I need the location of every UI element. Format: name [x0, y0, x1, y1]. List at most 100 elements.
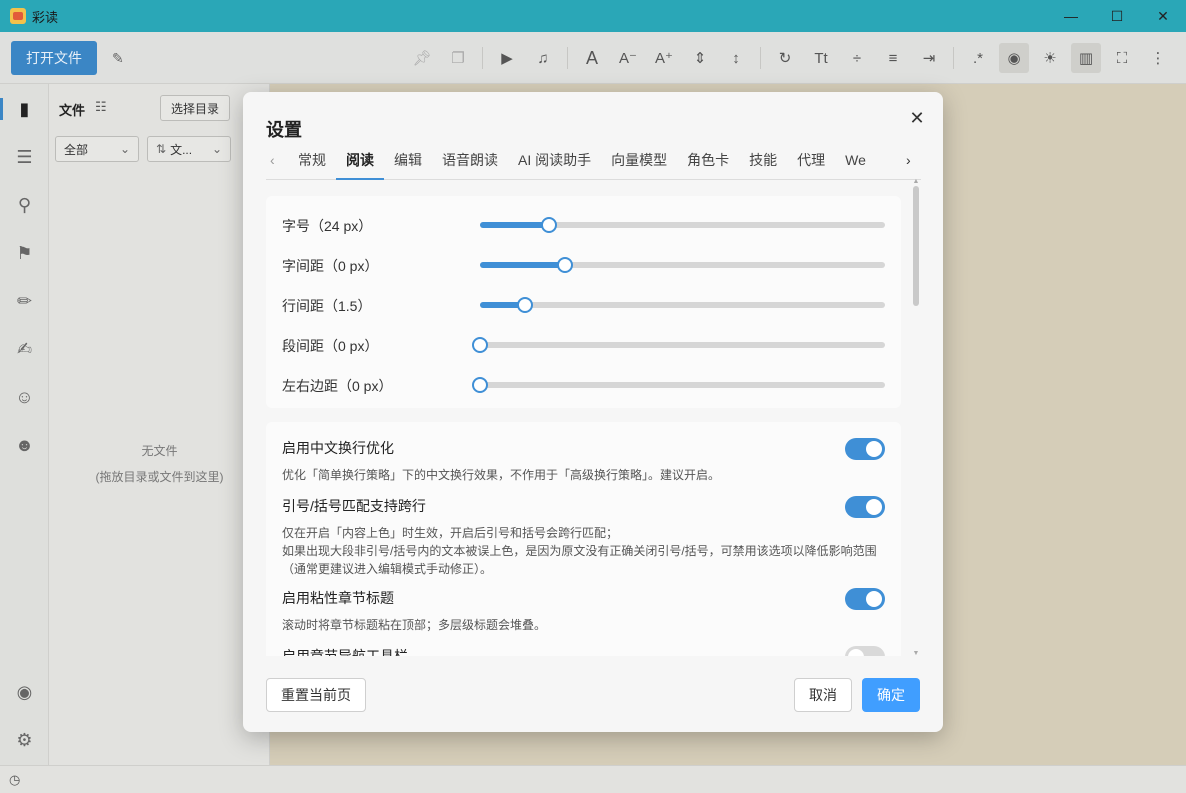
font-icon[interactable]: A: [577, 43, 607, 73]
toggle-switch[interactable]: [845, 438, 885, 460]
tab-3[interactable]: 语音朗读: [432, 144, 508, 180]
scroll-up-icon[interactable]: ▲: [912, 178, 920, 185]
reset-page-button[interactable]: 重置当前页: [266, 678, 366, 712]
settings-scrollbar[interactable]: ▲ ▼: [911, 178, 921, 657]
pin-icon[interactable]: 📌︎: [407, 43, 437, 73]
maximize-button[interactable]: ☐: [1094, 0, 1140, 32]
slider-card: 字号（24 px） 字间距（0 px） 行间距（1.5） 段间距（0 px） 左右边距（…: [266, 196, 901, 408]
play-icon[interactable]: ▶: [492, 43, 522, 73]
slider-thumb[interactable]: [516, 297, 533, 313]
edit-icon[interactable]: ✎: [112, 50, 128, 66]
tab-1[interactable]: 阅读: [336, 144, 384, 180]
palette-icon[interactable]: ◉: [999, 43, 1029, 73]
slider-track[interactable]: [472, 377, 885, 393]
clock-icon[interactable]: ◷: [9, 772, 20, 788]
palette-rail-icon[interactable]: ◉: [0, 677, 49, 707]
slider-thumb[interactable]: [472, 377, 488, 393]
notes-icon[interactable]: ✍: [0, 334, 49, 364]
tab-5[interactable]: 向量模型: [601, 144, 677, 180]
search-icon[interactable]: ⚲: [0, 190, 49, 220]
tab-6[interactable]: 角色卡: [677, 144, 739, 180]
description-line: 滚动时将章节标题粘在顶部；多层级标题会堆叠。: [282, 618, 547, 632]
tab-9[interactable]: We: [835, 144, 876, 180]
file-panel: 文件 ☷ 选择目录 全部 ⌄ ⇅ 文... ⌄ 无文件 (拖放目录或文件到这里): [49, 84, 270, 765]
toc-icon[interactable]: ☰: [0, 142, 49, 172]
list-view-icon[interactable]: ☷: [95, 99, 107, 115]
text-size-icon[interactable]: Tt: [806, 43, 836, 73]
title-bar: 彩读 — ☐ ✕: [0, 0, 1186, 32]
ai-chat-icon[interactable]: ☺: [0, 382, 49, 412]
description-line: 如果出现大段非引号/括号内的文本被误上色，是因为原文没有正确关闭引号/括号，可禁…: [282, 544, 877, 558]
tab-4[interactable]: AI 阅读助手: [508, 144, 601, 180]
slider-fill: [480, 262, 566, 268]
filter-type-select[interactable]: 全部 ⌄: [55, 136, 139, 162]
slider-thumb[interactable]: [472, 337, 488, 353]
chevron-down-icon: ⌄: [211, 142, 222, 156]
more-icon[interactable]: ⋮: [1143, 43, 1173, 73]
theme-icon[interactable]: ☀: [1035, 43, 1065, 73]
slider-track[interactable]: [480, 297, 885, 313]
toolbar-divider: [760, 47, 761, 69]
description-line: （通常更建议进入编辑模式手动修正）。: [282, 562, 493, 576]
close-window-button[interactable]: ✕: [1140, 0, 1186, 32]
slider-label: 字间距（0 px）: [282, 258, 379, 274]
settings-content: 字号（24 px） 字间距（0 px） 行间距（1.5） 段间距（0 px） 左右边距（…: [266, 184, 911, 656]
align-icon[interactable]: ≡: [878, 43, 908, 73]
character-icon[interactable]: ☻: [0, 430, 49, 460]
slider-thumb[interactable]: [557, 257, 574, 273]
slider-row: 左右边距（0 px）: [282, 364, 885, 404]
bookmarks-icon[interactable]: ⚑: [0, 238, 49, 268]
empty-hint: (拖放目录或文件到这里): [95, 470, 224, 484]
open-file-button[interactable]: 打开文件: [11, 41, 97, 75]
divider-icon[interactable]: ÷: [842, 43, 872, 73]
toggle-switch[interactable]: [845, 646, 885, 656]
cancel-button[interactable]: 取消: [794, 678, 852, 712]
sidebar-toggle-icon[interactable]: ▥: [1071, 43, 1101, 73]
font-increase-icon[interactable]: A⁺: [649, 43, 679, 73]
select-directory-button[interactable]: 选择目录: [160, 95, 230, 121]
slider-track[interactable]: [480, 217, 885, 233]
tab-7[interactable]: 技能: [739, 144, 787, 180]
left-rail: ▮ ☰ ⚲ ⚑ ✏ ✍ ☺ ☻ ◉ ⚙: [0, 84, 49, 765]
bookmark-icon[interactable]: ❐: [443, 43, 473, 73]
minimize-button[interactable]: —: [1048, 0, 1094, 32]
toggle-setting: 启用粘性章节标题 滚动时将章节标题粘在顶部；多层级标题会堆叠。: [282, 588, 885, 634]
highlight-icon[interactable]: ✏: [0, 286, 49, 316]
tab-2[interactable]: 编辑: [384, 144, 432, 180]
jump-icon[interactable]: ⇥: [914, 43, 944, 73]
fullscreen-icon[interactable]: ⛶: [1107, 43, 1137, 73]
library-icon[interactable]: ▮: [0, 94, 49, 124]
sort-icon: ⇅: [156, 142, 167, 156]
tab-row: 常规 阅读 编辑 语音朗读 AI 阅读助手 向量模型 角色卡 技能 代理 We: [288, 144, 898, 180]
tab-8[interactable]: 代理: [787, 144, 835, 180]
empty-state: 无文件 (拖放目录或文件到这里): [49, 438, 270, 490]
line-height-icon[interactable]: ↕: [721, 43, 751, 73]
toggle-switch[interactable]: [845, 588, 885, 610]
window-title: 彩读: [32, 9, 59, 25]
headphones-icon[interactable]: ♫: [528, 43, 558, 73]
sort-select[interactable]: ⇅ 文... ⌄: [147, 136, 231, 162]
letter-spacing-icon[interactable]: ⇕: [685, 43, 715, 73]
color-text-icon[interactable]: ↻: [770, 43, 800, 73]
toggle-description: 仅在开启「内容上色」时生效，开启后引号和括号会跨行匹配； 如果出现大段非引号/括号…: [282, 524, 885, 578]
scroll-down-icon[interactable]: ▼: [912, 650, 920, 657]
slider-thumb[interactable]: [540, 217, 557, 233]
toolbar-divider: [567, 47, 568, 69]
empty-title: 无文件: [141, 444, 178, 458]
font-decrease-icon[interactable]: A⁻: [613, 43, 643, 73]
settings-gear-icon[interactable]: ⚙: [0, 725, 49, 755]
tab-scroll-left-icon[interactable]: ‹: [270, 152, 275, 168]
scroll-thumb[interactable]: [913, 186, 919, 306]
tab-0[interactable]: 常规: [288, 144, 336, 180]
toggle-card: 启用中文换行优化 优化「简单换行策略」下的中文换行效果，不作用于「高级换行策略」。…: [266, 422, 901, 656]
confirm-button[interactable]: 确定: [862, 678, 920, 712]
toggle-switch[interactable]: [845, 496, 885, 518]
close-icon[interactable]: ✕: [907, 108, 927, 128]
toggle-setting: 启用章节导航工具栏: [282, 646, 885, 656]
slider-track[interactable]: [472, 337, 885, 353]
toggle-description: 优化「简单换行策略」下的中文换行效果，不作用于「高级换行策略」。建议开启。: [282, 466, 885, 484]
slider-track[interactable]: [480, 257, 885, 273]
regex-icon[interactable]: .*: [963, 43, 993, 73]
tab-scroll-right-icon[interactable]: ›: [906, 152, 911, 168]
app-logo-icon: [10, 8, 26, 24]
